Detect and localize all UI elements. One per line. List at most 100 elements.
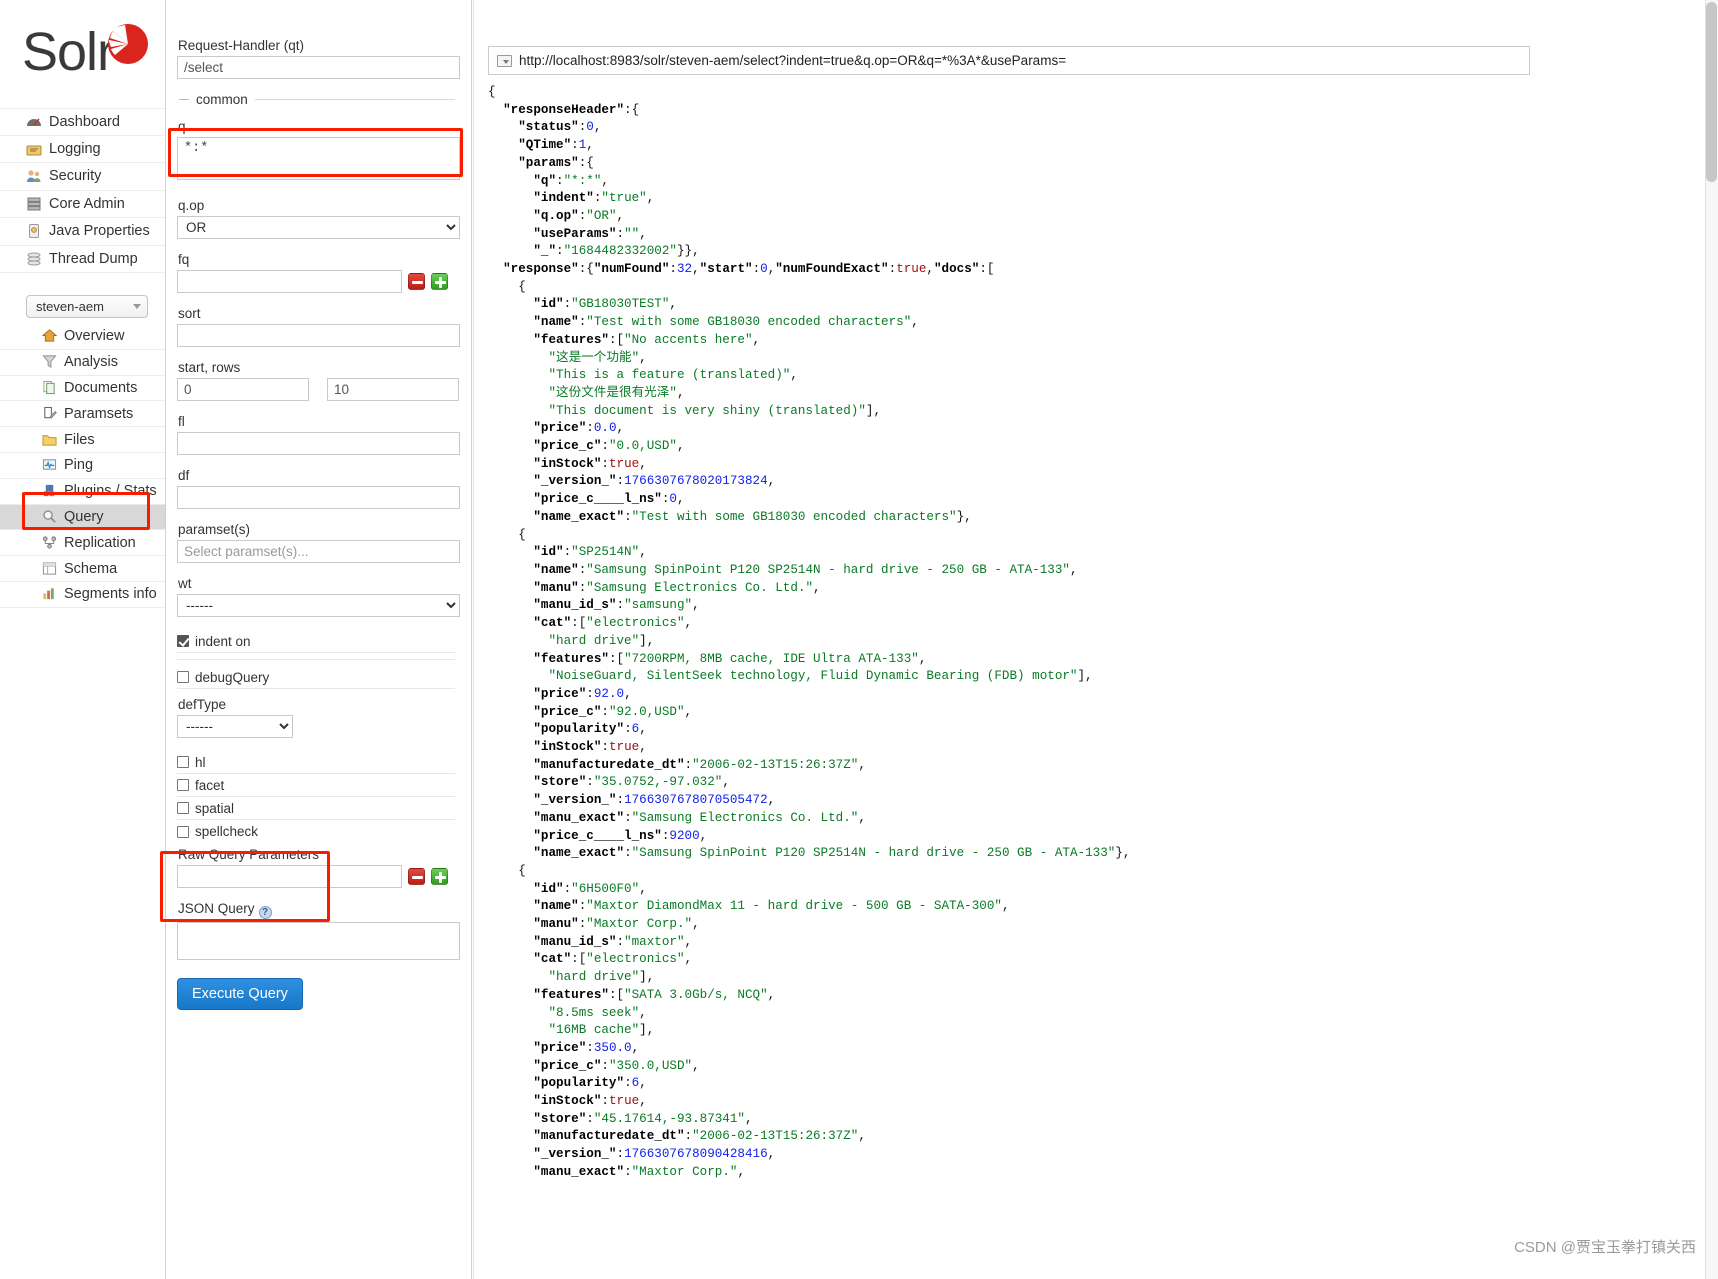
magnifier-icon [42,509,58,525]
json-token: : [624,810,632,825]
help-icon[interactable]: ? [258,906,272,919]
json-line: "popularity":6, [488,721,1718,739]
debugquery-checkbox[interactable] [177,671,189,683]
sidebar-item-schema[interactable]: Schema [0,556,165,582]
sidebar-item-documents[interactable]: Documents [0,376,165,402]
json-token: : [616,793,625,808]
paramsets-input[interactable] [177,540,460,563]
json-line: "id":"GB18030TEST", [488,296,1718,314]
qop-select[interactable]: OR [177,216,460,239]
sidebar-item-plugins-stats[interactable]: Plugins / Stats [0,479,165,505]
sidebar-item-ping[interactable]: Ping [0,453,165,479]
chevron-down-icon [133,304,141,309]
json-token: "No accents here" [624,332,753,347]
json-token: : [616,226,625,241]
request-handler-input[interactable] [177,56,460,79]
spellcheck-row[interactable]: spellcheck [177,820,455,843]
start-input[interactable] [177,378,309,401]
sidebar-item-analysis[interactable]: Analysis [0,350,165,376]
debugquery-row[interactable]: debugQuery [177,666,455,689]
fq-remove-icon[interactable] [408,273,425,290]
wt-select[interactable]: ------ [177,594,460,617]
indent-checkbox[interactable] [177,635,189,647]
json-token: , [858,1129,866,1144]
json-token: true [608,456,640,471]
hl-row[interactable]: hl [177,751,455,774]
json-line: "_version_":1766307678020173824, [488,473,1718,491]
url-dropdown-icon[interactable] [497,54,512,67]
json-line: "indent":"true", [488,190,1718,208]
json-token: "q.op" [533,208,579,223]
execute-query-button[interactable]: Execute Query [177,978,303,1010]
solr-logo[interactable]: Solr [0,0,165,108]
q-label: q [178,119,186,134]
sidebar-label: Overview [64,328,125,345]
spatial-checkbox[interactable] [177,802,189,814]
json-token: "350.0,USD" [608,1058,693,1073]
sidebar-item-files[interactable]: Files [0,427,165,453]
json-line: "name":"Test with some GB18030 encoded c… [488,314,1718,332]
q-input[interactable]: *:* [177,137,460,180]
raw-params-remove-icon[interactable] [408,868,425,885]
json-token: "numFoundExact" [775,262,889,277]
json-token: , [639,881,647,896]
fl-label: fl [178,414,185,429]
json-token: "" [624,226,640,241]
fq-add-icon[interactable] [431,273,448,290]
deftype-select[interactable]: ------ [177,715,293,738]
raw-params-add-icon[interactable] [431,868,448,885]
sidebar-item-segments-info[interactable]: Segments info [0,582,165,608]
fq-input[interactable] [177,270,402,293]
json-token: , [699,828,708,843]
json-token: "store" [533,775,587,790]
sidebar-item-replication[interactable]: Replication [0,530,165,557]
raw-query-parameters-input[interactable] [177,865,402,888]
df-input[interactable] [177,486,460,509]
json-token: "responseHeader" [503,102,625,117]
fl-input[interactable] [177,432,460,455]
sidebar-item-overview[interactable]: Overview [0,324,165,350]
result-url-bar[interactable]: http://localhost:8983/solr/steven-aem/se… [488,46,1530,75]
sidebar-item-query[interactable]: Query [0,504,165,531]
sidebar-item-dashboard[interactable]: Dashboard [0,108,165,136]
json-token: : [571,138,579,153]
json-token: : [601,439,609,454]
sidebar-label: Replication [64,534,136,551]
sidebar-item-paramsets[interactable]: Paramsets [0,401,165,428]
sidebar-item-logging[interactable]: Logging [0,136,165,163]
spatial-row[interactable]: spatial [177,797,455,820]
sidebar-label: Query [64,508,104,525]
facet-checkbox[interactable] [177,779,189,791]
json-line: "NoiseGuard, SilentSeek technology, Flui… [488,668,1718,686]
page-scrollbar[interactable] [1705,0,1718,1279]
sort-input[interactable] [177,324,460,347]
json-line: "manu_exact":"Maxtor Corp.", [488,1164,1718,1182]
json-token: : [601,1094,609,1109]
sidebar-item-java-properties[interactable]: Java Properties [0,218,165,246]
facet-row[interactable]: facet [177,774,455,797]
json-token: }}, [676,244,700,259]
json-token: , [752,332,761,347]
indent-row[interactable]: indent on [177,630,455,653]
json-query-input[interactable] [177,922,460,960]
sidebar-item-core-admin[interactable]: Core Admin [0,191,165,218]
json-token: 0 [586,120,594,135]
spellcheck-checkbox[interactable] [177,825,189,838]
json-token: , [639,722,647,737]
divider [177,659,455,660]
sidebar-item-security[interactable]: Security [0,163,165,191]
json-token: ], [1077,669,1093,684]
json-token: 350.0 [593,1040,632,1055]
sidebar-item-thread-dump[interactable]: Thread Dump [0,246,165,273]
hl-checkbox[interactable] [177,756,189,768]
rows-input[interactable] [327,378,459,401]
core-selector[interactable]: steven-aem [26,295,148,318]
json-token: : [601,704,609,719]
json-token: "7200RPM, 8MB cache, IDE Ultra ATA-133" [624,651,919,666]
scrollbar-thumb[interactable] [1706,2,1717,182]
